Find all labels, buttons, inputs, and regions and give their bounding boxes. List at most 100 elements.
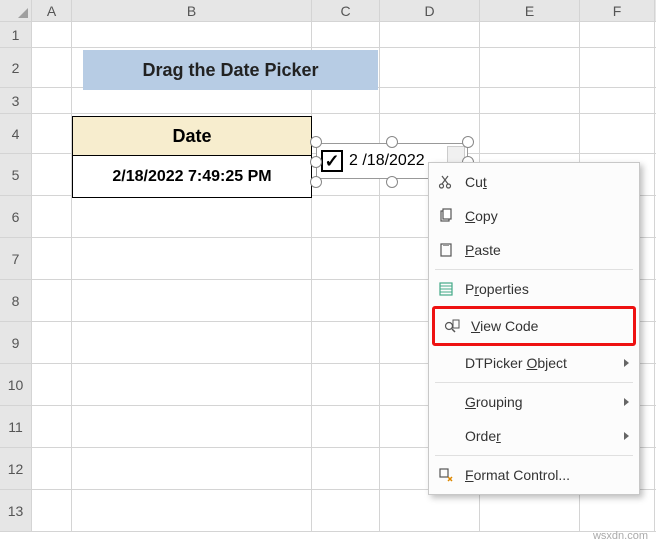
menu-label: Grouping: [457, 394, 624, 410]
row-header-8[interactable]: 8: [0, 280, 32, 321]
cell[interactable]: [72, 22, 312, 47]
row-header-12[interactable]: 12: [0, 448, 32, 489]
menu-paste[interactable]: Paste: [429, 233, 639, 267]
cell[interactable]: [480, 48, 580, 87]
cell[interactable]: [380, 22, 480, 47]
col-header-f[interactable]: F: [580, 0, 655, 21]
menu-properties[interactable]: Properties: [429, 272, 639, 306]
context-menu: Cut Copy Paste Properties View Code DTPi…: [428, 162, 640, 495]
cell[interactable]: [312, 406, 380, 447]
menu-order[interactable]: Order: [429, 419, 639, 453]
cell[interactable]: [380, 88, 480, 113]
cell[interactable]: [312, 280, 380, 321]
menu-label: Format Control...: [457, 467, 629, 483]
menu-view-code[interactable]: View Code: [432, 306, 636, 346]
cell[interactable]: [72, 280, 312, 321]
cell[interactable]: [580, 490, 655, 531]
cell[interactable]: [32, 196, 72, 237]
select-all-corner[interactable]: [0, 0, 32, 21]
row-header-1[interactable]: 1: [0, 22, 32, 47]
row-header-7[interactable]: 7: [0, 238, 32, 279]
col-header-e[interactable]: E: [480, 0, 580, 21]
row-header-9[interactable]: 9: [0, 322, 32, 363]
cell[interactable]: [580, 48, 655, 87]
menu-grouping[interactable]: Grouping: [429, 385, 639, 419]
cell[interactable]: [480, 114, 580, 153]
selection-handle[interactable]: [310, 176, 322, 188]
submenu-arrow-icon: [624, 432, 629, 440]
cell[interactable]: [72, 490, 312, 531]
cell[interactable]: [480, 88, 580, 113]
cell[interactable]: [312, 238, 380, 279]
cell[interactable]: [72, 196, 312, 237]
cell[interactable]: [312, 88, 380, 113]
cell[interactable]: [480, 22, 580, 47]
cell[interactable]: [72, 406, 312, 447]
selection-handle[interactable]: [386, 136, 398, 148]
cell[interactable]: [32, 322, 72, 363]
selection-handle[interactable]: [310, 136, 322, 148]
row-header-13[interactable]: 13: [0, 490, 32, 531]
menu-label: Properties: [457, 281, 629, 297]
selection-handle[interactable]: [462, 136, 474, 148]
row-header-3[interactable]: 3: [0, 88, 32, 113]
cell[interactable]: [312, 364, 380, 405]
col-header-c[interactable]: C: [312, 0, 380, 21]
cell[interactable]: [72, 88, 312, 113]
menu-label: Order: [457, 428, 624, 444]
row-header-10[interactable]: 10: [0, 364, 32, 405]
cell[interactable]: [72, 448, 312, 489]
cell[interactable]: [72, 322, 312, 363]
menu-separator: [435, 382, 633, 383]
cell[interactable]: [312, 322, 380, 363]
cell[interactable]: [580, 114, 655, 153]
menu-label: Paste: [457, 242, 629, 258]
cell[interactable]: [72, 364, 312, 405]
cell[interactable]: [32, 280, 72, 321]
menu-label: DTPicker Object: [457, 355, 624, 371]
cell[interactable]: [580, 88, 655, 113]
col-header-d[interactable]: D: [380, 0, 480, 21]
cell[interactable]: [72, 238, 312, 279]
cell[interactable]: [32, 490, 72, 531]
menu-separator: [435, 455, 633, 456]
cell[interactable]: [380, 490, 480, 531]
properties-icon: [435, 281, 457, 297]
cell[interactable]: [32, 88, 72, 113]
cell[interactable]: [312, 22, 380, 47]
date-table-value: 2/18/2022 7:49:25 PM: [72, 156, 312, 198]
menu-cut[interactable]: Cut: [429, 165, 639, 199]
cell[interactable]: [32, 48, 72, 87]
cell[interactable]: [380, 48, 480, 87]
submenu-arrow-icon: [624, 359, 629, 367]
row-header-5[interactable]: 5: [0, 154, 32, 195]
menu-copy[interactable]: Copy: [429, 199, 639, 233]
cell[interactable]: [32, 238, 72, 279]
selection-handle[interactable]: [310, 156, 322, 168]
date-picker-checkbox[interactable]: ✓: [321, 150, 343, 172]
col-header-b[interactable]: B: [72, 0, 312, 21]
cell[interactable]: [32, 364, 72, 405]
cell[interactable]: [312, 196, 380, 237]
row-header-2[interactable]: 2: [0, 48, 32, 87]
date-picker-value: 2 /18/2022: [349, 152, 425, 170]
cell[interactable]: [32, 406, 72, 447]
menu-format-control[interactable]: Format Control...: [429, 458, 639, 492]
row-header-11[interactable]: 11: [0, 406, 32, 447]
row-header-6[interactable]: 6: [0, 196, 32, 237]
cell[interactable]: [32, 448, 72, 489]
cell[interactable]: [32, 154, 72, 195]
menu-label: Cut: [457, 174, 629, 190]
cell[interactable]: [312, 448, 380, 489]
paste-icon: [435, 242, 457, 258]
cell[interactable]: [312, 490, 380, 531]
menu-label: Copy: [457, 208, 629, 224]
col-header-a[interactable]: A: [32, 0, 72, 21]
selection-handle[interactable]: [386, 176, 398, 188]
cell[interactable]: [480, 490, 580, 531]
row-header-4[interactable]: 4: [0, 114, 32, 153]
cell[interactable]: [580, 22, 655, 47]
cell[interactable]: [32, 114, 72, 153]
menu-dtpicker-object[interactable]: DTPicker Object: [429, 346, 639, 380]
cell[interactable]: [32, 22, 72, 47]
